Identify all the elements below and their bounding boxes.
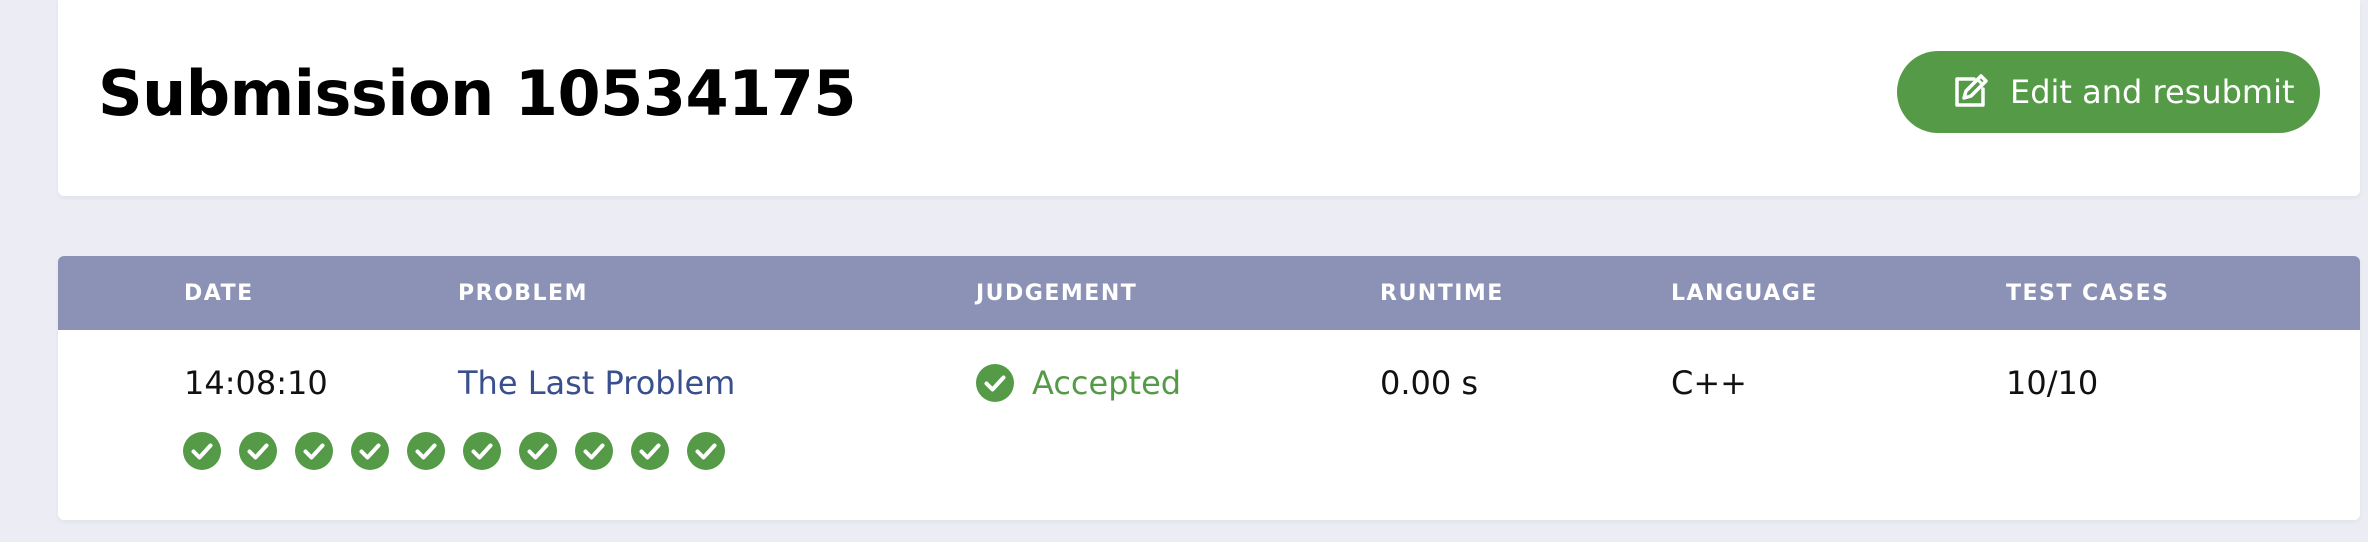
- test-case-check-icon[interactable]: [519, 432, 557, 470]
- test-case-check-icon[interactable]: [631, 432, 669, 470]
- test-case-check-icon[interactable]: [295, 432, 333, 470]
- submission-table: DATE PROBLEM JUDGEMENT RUNTIME LANGUAGE …: [58, 256, 2360, 520]
- column-header-test-cases: TEST CASES: [2006, 281, 2170, 306]
- problem-link[interactable]: The Last Problem: [458, 363, 735, 403]
- language-value: C++: [1671, 364, 1747, 402]
- column-header-judgement: JUDGEMENT: [976, 281, 1138, 306]
- test-case-check-icon[interactable]: [575, 432, 613, 470]
- column-header-language: LANGUAGE: [1671, 281, 1818, 306]
- submission-header-card: Submission 10534175 Edit and resubmit: [58, 0, 2360, 196]
- column-header-date: DATE: [184, 281, 254, 306]
- column-header-problem: PROBLEM: [458, 281, 588, 306]
- test-case-check-icon[interactable]: [463, 432, 501, 470]
- test-case-check-icon[interactable]: [687, 432, 725, 470]
- page-title: Submission 10534175: [98, 57, 857, 130]
- table-header: DATE PROBLEM JUDGEMENT RUNTIME LANGUAGE …: [58, 256, 2360, 330]
- column-header-runtime: RUNTIME: [1380, 281, 1504, 306]
- submission-date: 14:08:10: [184, 364, 328, 402]
- edit-and-resubmit-button[interactable]: Edit and resubmit: [1897, 51, 2320, 133]
- edit-and-resubmit-label: Edit and resubmit: [2010, 73, 2295, 111]
- test-case-check-icon[interactable]: [407, 432, 445, 470]
- judgement-label: Accepted: [1032, 364, 1182, 402]
- test-cases-value: 10/10: [2006, 364, 2099, 402]
- test-case-check-icon[interactable]: [351, 432, 389, 470]
- test-case-check-icon[interactable]: [183, 432, 221, 470]
- judgement-status: Accepted: [976, 363, 1181, 403]
- runtime-value: 0.00 s: [1380, 364, 1479, 402]
- edit-icon: [1955, 74, 1988, 107]
- check-circle-icon: [976, 364, 1014, 402]
- test-case-check-icon[interactable]: [239, 432, 277, 470]
